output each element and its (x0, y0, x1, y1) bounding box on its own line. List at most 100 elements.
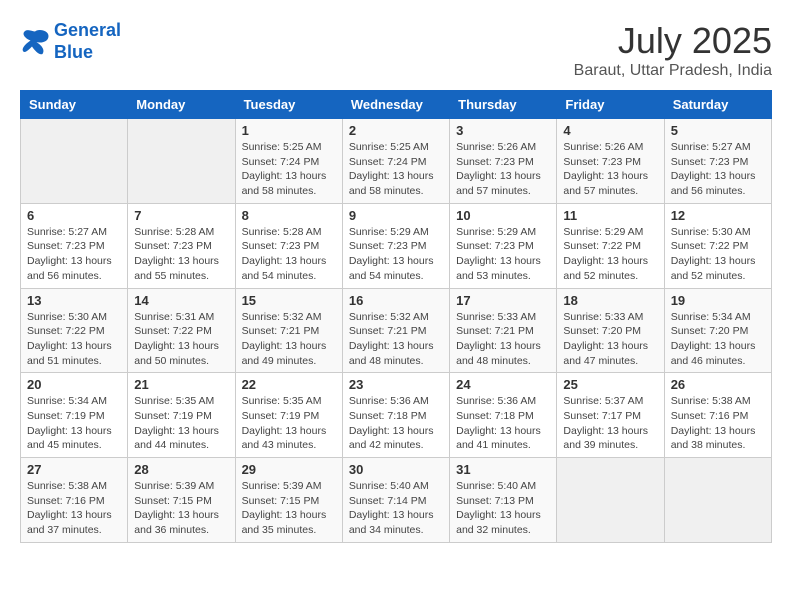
day-info: Sunrise: 5:32 AM Sunset: 7:21 PM Dayligh… (349, 310, 443, 369)
day-info: Sunrise: 5:34 AM Sunset: 7:19 PM Dayligh… (27, 394, 121, 453)
day-info: Sunrise: 5:31 AM Sunset: 7:22 PM Dayligh… (134, 310, 228, 369)
day-info: Sunrise: 5:30 AM Sunset: 7:22 PM Dayligh… (671, 225, 765, 284)
day-number: 5 (671, 123, 765, 138)
day-number: 10 (456, 208, 550, 223)
day-number: 11 (563, 208, 657, 223)
day-number: 17 (456, 293, 550, 308)
day-number: 28 (134, 462, 228, 477)
calendar-cell: 10Sunrise: 5:29 AM Sunset: 7:23 PM Dayli… (450, 203, 557, 288)
calendar-cell: 21 Sunrise: 5:35 AM Sunset: 7:19 PM Dayli… (128, 373, 235, 458)
calendar-week-row: 6Sunrise: 5:27 AM Sunset: 7:23 PM Daylig… (21, 203, 772, 288)
day-number: 6 (27, 208, 121, 223)
calendar-cell: 15Sunrise: 5:32 AM Sunset: 7:21 PM Dayli… (235, 288, 342, 373)
weekday-header: Tuesday (235, 91, 342, 119)
calendar-cell: 14 Sunrise: 5:31 AM Sunset: 7:22 PM Dayli… (128, 288, 235, 373)
day-number: 19 (671, 293, 765, 308)
day-info: Sunrise: 5:35 AM Sunset: 7:19 PM Dayligh… (134, 394, 228, 453)
day-number: 24 (456, 377, 550, 392)
day-number: 14 (134, 293, 228, 308)
calendar-cell: 12 Sunrise: 5:30 AM Sunset: 7:22 PM Dayli… (664, 203, 771, 288)
month-title: July 2025 (574, 20, 772, 62)
day-number: 29 (242, 462, 336, 477)
day-info: Sunrise: 5:32 AM Sunset: 7:21 PM Dayligh… (242, 310, 336, 369)
day-info: Sunrise: 5:29 AM Sunset: 7:23 PM Dayligh… (349, 225, 443, 284)
calendar-week-row: 1 Sunrise: 5:25 AM Sunset: 7:24 PM Daylig… (21, 119, 772, 204)
day-number: 22 (242, 377, 336, 392)
calendar-cell (664, 458, 771, 543)
calendar-cell: 29 Sunrise: 5:39 AM Sunset: 7:15 PM Dayli… (235, 458, 342, 543)
day-info: Sunrise: 5:29 AM Sunset: 7:22 PM Dayligh… (563, 225, 657, 284)
day-info: Sunrise: 5:37 AM Sunset: 7:17 PM Dayligh… (563, 394, 657, 453)
day-info: Sunrise: 5:33 AM Sunset: 7:21 PM Dayligh… (456, 310, 550, 369)
day-info: Sunrise: 5:33 AM Sunset: 7:20 PM Dayligh… (563, 310, 657, 369)
day-info: Sunrise: 5:40 AM Sunset: 7:13 PM Dayligh… (456, 479, 550, 538)
calendar-cell: 17 Sunrise: 5:33 AM Sunset: 7:21 PM Dayli… (450, 288, 557, 373)
day-number: 21 (134, 377, 228, 392)
weekday-header: Friday (557, 91, 664, 119)
calendar-cell: 2Sunrise: 5:25 AM Sunset: 7:24 PM Daylig… (342, 119, 449, 204)
day-info: Sunrise: 5:28 AM Sunset: 7:23 PM Dayligh… (134, 225, 228, 284)
calendar-cell: 9 Sunrise: 5:29 AM Sunset: 7:23 PM Daylig… (342, 203, 449, 288)
page-header: General Blue July 2025 Baraut, Uttar Pra… (20, 20, 772, 80)
day-info: Sunrise: 5:36 AM Sunset: 7:18 PM Dayligh… (349, 394, 443, 453)
day-info: Sunrise: 5:27 AM Sunset: 7:23 PM Dayligh… (671, 140, 765, 199)
day-number: 8 (242, 208, 336, 223)
calendar-cell: 30 Sunrise: 5:40 AM Sunset: 7:14 PM Dayli… (342, 458, 449, 543)
calendar-cell (557, 458, 664, 543)
calendar-cell: 16 Sunrise: 5:32 AM Sunset: 7:21 PM Dayli… (342, 288, 449, 373)
calendar-cell: 13 Sunrise: 5:30 AM Sunset: 7:22 PM Dayli… (21, 288, 128, 373)
day-number: 30 (349, 462, 443, 477)
day-number: 9 (349, 208, 443, 223)
title-block: July 2025 Baraut, Uttar Pradesh, India (574, 20, 772, 80)
day-number: 1 (242, 123, 336, 138)
day-info: Sunrise: 5:39 AM Sunset: 7:15 PM Dayligh… (134, 479, 228, 538)
calendar-cell: 4Sunrise: 5:26 AM Sunset: 7:23 PM Daylig… (557, 119, 664, 204)
calendar-cell: 25 Sunrise: 5:37 AM Sunset: 7:17 PM Dayli… (557, 373, 664, 458)
calendar-cell (128, 119, 235, 204)
day-number: 18 (563, 293, 657, 308)
day-number: 25 (563, 377, 657, 392)
day-info: Sunrise: 5:39 AM Sunset: 7:15 PM Dayligh… (242, 479, 336, 538)
day-number: 4 (563, 123, 657, 138)
calendar-cell: 6Sunrise: 5:27 AM Sunset: 7:23 PM Daylig… (21, 203, 128, 288)
day-number: 16 (349, 293, 443, 308)
day-info: Sunrise: 5:26 AM Sunset: 7:23 PM Dayligh… (456, 140, 550, 199)
day-info: Sunrise: 5:35 AM Sunset: 7:19 PM Dayligh… (242, 394, 336, 453)
day-number: 13 (27, 293, 121, 308)
logo-text: General Blue (54, 20, 121, 63)
calendar-cell: 20 Sunrise: 5:34 AM Sunset: 7:19 PM Dayli… (21, 373, 128, 458)
calendar-week-row: 13 Sunrise: 5:30 AM Sunset: 7:22 PM Dayli… (21, 288, 772, 373)
logo-icon (20, 28, 50, 56)
day-number: 20 (27, 377, 121, 392)
calendar-cell: 7 Sunrise: 5:28 AM Sunset: 7:23 PM Daylig… (128, 203, 235, 288)
day-info: Sunrise: 5:34 AM Sunset: 7:20 PM Dayligh… (671, 310, 765, 369)
day-info: Sunrise: 5:25 AM Sunset: 7:24 PM Dayligh… (242, 140, 336, 199)
calendar-cell: 8Sunrise: 5:28 AM Sunset: 7:23 PM Daylig… (235, 203, 342, 288)
day-number: 7 (134, 208, 228, 223)
day-number: 3 (456, 123, 550, 138)
day-number: 31 (456, 462, 550, 477)
day-number: 26 (671, 377, 765, 392)
calendar-cell: 31 Sunrise: 5:40 AM Sunset: 7:13 PM Dayli… (450, 458, 557, 543)
day-info: Sunrise: 5:40 AM Sunset: 7:14 PM Dayligh… (349, 479, 443, 538)
day-number: 12 (671, 208, 765, 223)
day-info: Sunrise: 5:36 AM Sunset: 7:18 PM Dayligh… (456, 394, 550, 453)
weekday-header: Saturday (664, 91, 771, 119)
weekday-header: Thursday (450, 91, 557, 119)
calendar-cell: 27 Sunrise: 5:38 AM Sunset: 7:16 PM Dayli… (21, 458, 128, 543)
calendar-cell: 19 Sunrise: 5:34 AM Sunset: 7:20 PM Dayli… (664, 288, 771, 373)
weekday-header-row: SundayMondayTuesdayWednesdayThursdayFrid… (21, 91, 772, 119)
day-number: 2 (349, 123, 443, 138)
day-info: Sunrise: 5:38 AM Sunset: 7:16 PM Dayligh… (671, 394, 765, 453)
day-info: Sunrise: 5:30 AM Sunset: 7:22 PM Dayligh… (27, 310, 121, 369)
day-number: 27 (27, 462, 121, 477)
calendar-cell: 3 Sunrise: 5:26 AM Sunset: 7:23 PM Daylig… (450, 119, 557, 204)
calendar-cell: 5 Sunrise: 5:27 AM Sunset: 7:23 PM Daylig… (664, 119, 771, 204)
weekday-header: Wednesday (342, 91, 449, 119)
day-info: Sunrise: 5:38 AM Sunset: 7:16 PM Dayligh… (27, 479, 121, 538)
weekday-header: Monday (128, 91, 235, 119)
calendar-cell: 22 Sunrise: 5:35 AM Sunset: 7:19 PM Dayli… (235, 373, 342, 458)
calendar-cell: 23Sunrise: 5:36 AM Sunset: 7:18 PM Dayli… (342, 373, 449, 458)
calendar-week-row: 20 Sunrise: 5:34 AM Sunset: 7:19 PM Dayli… (21, 373, 772, 458)
calendar-cell: 28 Sunrise: 5:39 AM Sunset: 7:15 PM Dayli… (128, 458, 235, 543)
